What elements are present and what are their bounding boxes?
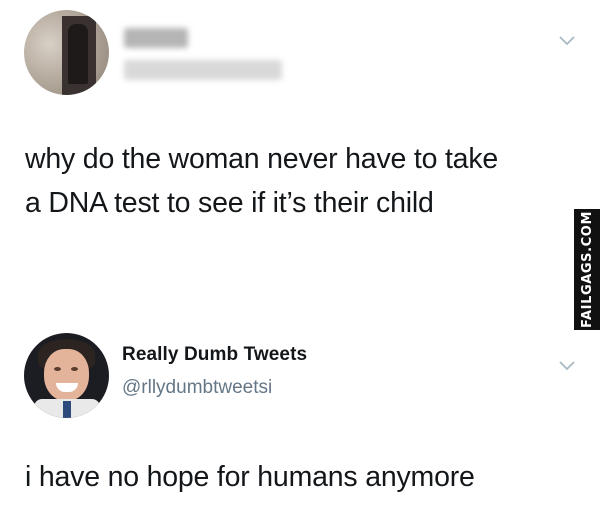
tweet2-avatar[interactable] (24, 333, 109, 418)
tweet1-avatar[interactable] (24, 10, 109, 95)
tweet2-text: i have no hope for humans anymore (25, 461, 475, 493)
blurred-display-name (124, 28, 188, 48)
avatar-eye (71, 367, 78, 371)
chevron-down-icon[interactable] (557, 34, 577, 48)
tweet2-display-name[interactable]: Really Dumb Tweets (122, 344, 307, 366)
avatar-tie (63, 401, 71, 418)
chevron-down-icon[interactable] (557, 359, 577, 373)
blurred-handle (124, 60, 282, 80)
avatar-eye (54, 367, 61, 371)
tweet1-text-line1: why do the woman never have to take (25, 143, 499, 175)
watermark-label: FAILGAGS.COM (579, 210, 595, 329)
avatar-person-silhouette (68, 24, 88, 84)
tweet2-handle[interactable]: @rllydumbtweetsi (122, 377, 272, 399)
watermark: FAILGAGS.COM (574, 209, 600, 330)
tweet1-text-line2: a DNA test to see if it’s their child (25, 187, 434, 219)
avatar-face (44, 349, 89, 401)
